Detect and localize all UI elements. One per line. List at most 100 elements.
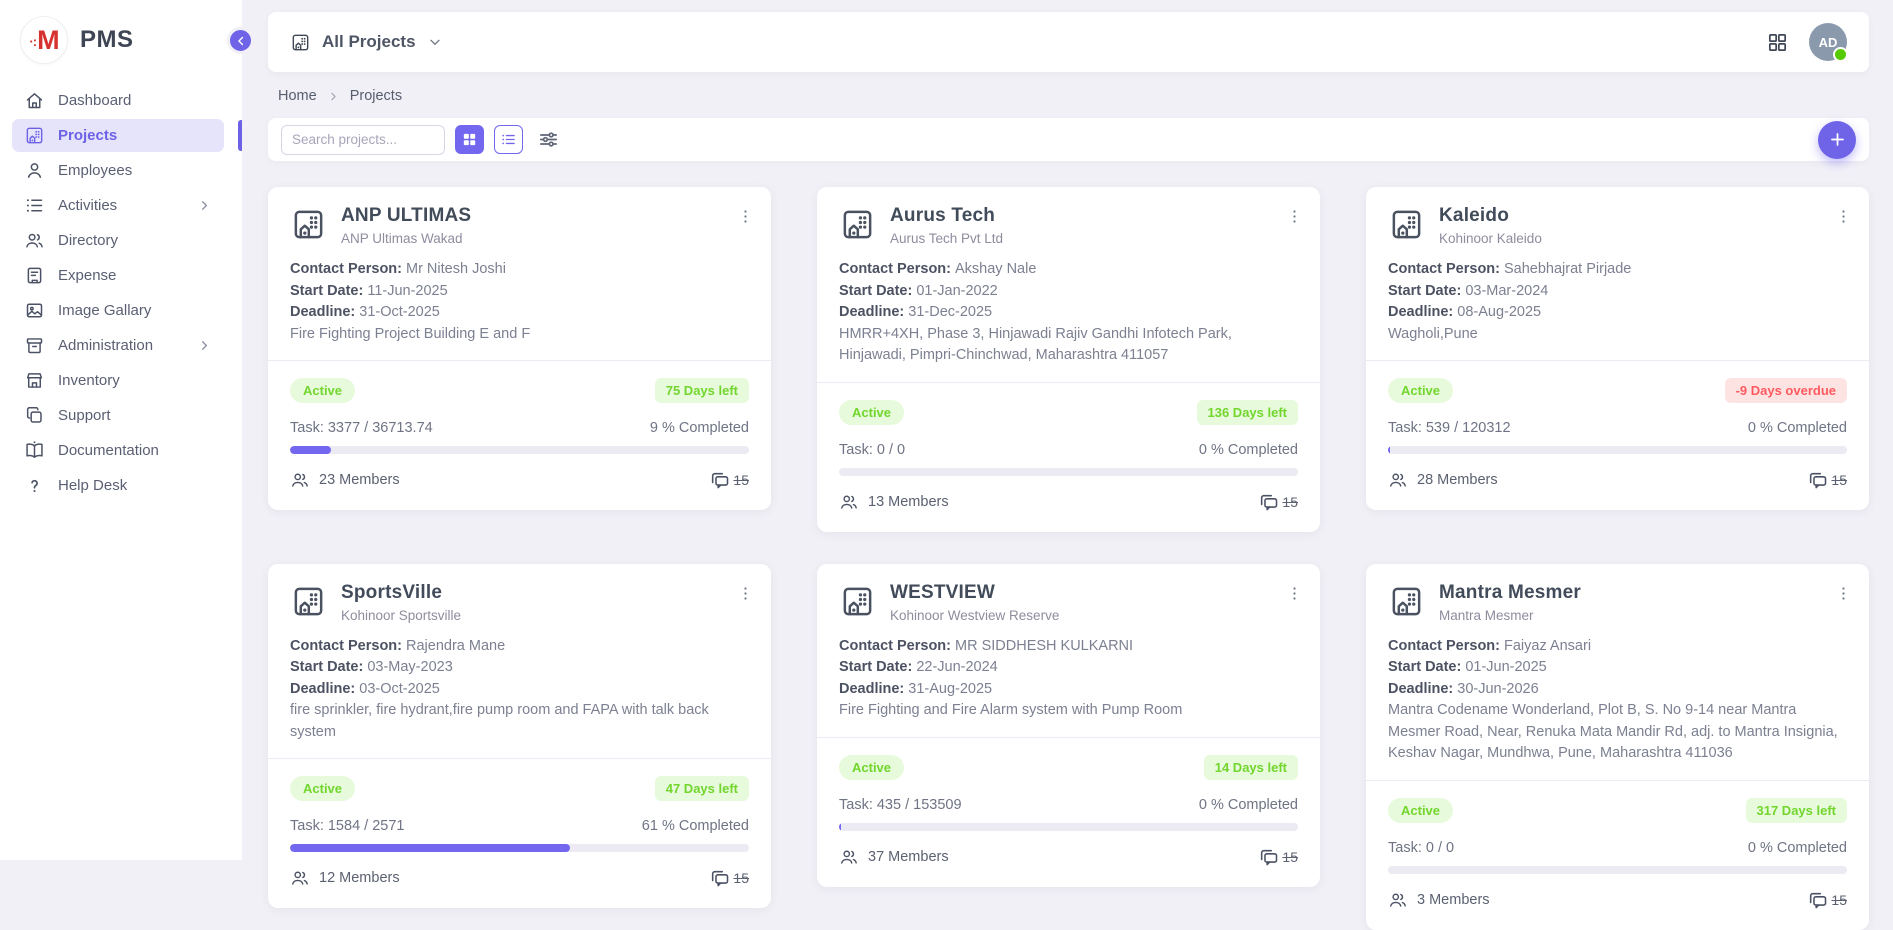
sidebar-item-directory[interactable]: Directory bbox=[12, 224, 224, 257]
project-details: Contact Person:Akshay Nale Start Date:01… bbox=[839, 259, 1298, 367]
start-date-value: 03-Mar-2024 bbox=[1465, 283, 1548, 299]
project-details: Contact Person:Mr Nitesh Joshi Start Dat… bbox=[290, 259, 749, 345]
project-card[interactable]: Mantra Mesmer Mantra Mesmer Contact Pers… bbox=[1366, 564, 1869, 930]
card-menu-button[interactable] bbox=[1832, 582, 1855, 605]
deadline-label: Deadline: bbox=[839, 304, 904, 320]
sidebar-item-projects[interactable]: Projects bbox=[12, 119, 224, 152]
project-card[interactable]: Aurus Tech Aurus Tech Pvt Ltd Contact Pe… bbox=[817, 187, 1320, 532]
project-description: HMRR+4XH, Phase 3, Hinjawadi Rajiv Gandh… bbox=[839, 324, 1298, 367]
messages-button[interactable]: 15 bbox=[1807, 890, 1847, 910]
book-icon bbox=[24, 440, 45, 461]
project-title: Aurus Tech bbox=[890, 205, 1003, 227]
card-menu-button[interactable] bbox=[1283, 582, 1306, 605]
sidebar-item-dashboard[interactable]: Dashboard bbox=[12, 84, 224, 117]
start-date-label: Start Date: bbox=[290, 283, 363, 299]
sidebar-item-image-gallary[interactable]: Image Gallary bbox=[12, 294, 224, 327]
grid-view-button[interactable] bbox=[455, 125, 484, 154]
apps-button[interactable] bbox=[1766, 31, 1789, 54]
building-icon bbox=[290, 32, 311, 53]
messages-button[interactable]: 15 bbox=[1258, 492, 1298, 512]
search-input[interactable] bbox=[281, 125, 445, 155]
chat-icon bbox=[1807, 890, 1827, 910]
users-icon bbox=[839, 847, 859, 867]
start-date-label: Start Date: bbox=[1388, 659, 1461, 675]
completed-percent: 0 % Completed bbox=[1199, 797, 1298, 813]
progress-fill bbox=[290, 446, 331, 454]
online-status-dot bbox=[1833, 47, 1848, 62]
sidebar-item-administration[interactable]: Administration bbox=[12, 329, 224, 362]
avatar[interactable]: AD bbox=[1809, 23, 1847, 61]
messages-button[interactable]: 15 bbox=[1807, 470, 1847, 490]
project-title: Mantra Mesmer bbox=[1439, 582, 1581, 604]
sidebar-item-employees[interactable]: Employees bbox=[12, 154, 224, 187]
contact-value: Mr Nitesh Joshi bbox=[406, 261, 506, 277]
members-count: 3 Members bbox=[1417, 892, 1490, 908]
sidebar-collapse-button[interactable] bbox=[227, 27, 254, 54]
card-menu-button[interactable] bbox=[734, 205, 757, 228]
completed-percent: 0 % Completed bbox=[1748, 420, 1847, 436]
project-description: fire sprinkler, fire hydrant,fire pump r… bbox=[290, 700, 749, 743]
task-count: Task: 539 / 120312 bbox=[1388, 420, 1511, 436]
card-menu-button[interactable] bbox=[1832, 205, 1855, 228]
logo-letter: M bbox=[29, 25, 58, 56]
messages-button[interactable]: 15 bbox=[709, 868, 749, 888]
dots-vertical-icon bbox=[1834, 584, 1853, 603]
image-icon bbox=[24, 300, 45, 321]
project-title: SportsVille bbox=[341, 582, 461, 604]
project-filter-dropdown[interactable]: All Projects bbox=[290, 32, 443, 53]
members-count: 12 Members bbox=[319, 870, 400, 886]
archive-icon bbox=[24, 335, 45, 356]
members-count: 28 Members bbox=[1417, 472, 1498, 488]
filter-button[interactable] bbox=[537, 128, 560, 151]
days-badge: 47 Days left bbox=[655, 776, 749, 801]
sidebar-item-help-desk[interactable]: Help Desk bbox=[12, 469, 224, 502]
building-icon bbox=[290, 206, 327, 243]
deadline-value: 31-Dec-2025 bbox=[908, 304, 992, 320]
project-description: Wagholi,Pune bbox=[1388, 324, 1847, 346]
sidebar-item-label: Support bbox=[58, 407, 111, 424]
card-menu-button[interactable] bbox=[734, 582, 757, 605]
dots-vertical-icon bbox=[1285, 584, 1304, 603]
deadline-value: 31-Aug-2025 bbox=[908, 681, 992, 697]
top-bar: All Projects AD bbox=[268, 12, 1869, 72]
messages-button[interactable]: 15 bbox=[1258, 847, 1298, 867]
card-divider bbox=[817, 382, 1320, 383]
card-divider bbox=[817, 737, 1320, 738]
status-badge: Active bbox=[839, 400, 904, 425]
start-date-label: Start Date: bbox=[839, 283, 912, 299]
status-badge: Active bbox=[290, 378, 355, 403]
contact-label: Contact Person: bbox=[290, 638, 402, 654]
days-badge: 317 Days left bbox=[1746, 798, 1848, 823]
project-title: WESTVIEW bbox=[890, 582, 1059, 604]
receipt-icon bbox=[24, 265, 45, 286]
contact-label: Contact Person: bbox=[1388, 261, 1500, 277]
sidebar-item-inventory[interactable]: Inventory bbox=[12, 364, 224, 397]
chat-icon bbox=[709, 470, 729, 490]
project-card[interactable]: SportsVille Kohinoor Sportsville Contact… bbox=[268, 564, 771, 909]
breadcrumb: Home Projects bbox=[278, 88, 1869, 104]
users-icon bbox=[290, 868, 310, 888]
messages-count: 15 bbox=[1282, 494, 1298, 510]
sidebar-nav: Dashboard Projects Employees Activities … bbox=[0, 80, 242, 502]
sidebar-item-support[interactable]: Support bbox=[12, 399, 224, 432]
list-view-button[interactable] bbox=[494, 125, 523, 154]
card-menu-button[interactable] bbox=[1283, 205, 1306, 228]
users-icon bbox=[290, 470, 310, 490]
breadcrumb-home[interactable]: Home bbox=[278, 88, 317, 104]
sidebar-item-label: Help Desk bbox=[58, 477, 127, 494]
sidebar-item-documentation[interactable]: Documentation bbox=[12, 434, 224, 467]
project-card[interactable]: ANP ULTIMAS ANP Ultimas Wakad Contact Pe… bbox=[268, 187, 771, 510]
status-badge: Active bbox=[839, 755, 904, 780]
sidebar-item-label: Documentation bbox=[58, 442, 159, 459]
project-card[interactable]: Kaleido Kohinoor Kaleido Contact Person:… bbox=[1366, 187, 1869, 510]
sidebar-item-expense[interactable]: Expense bbox=[12, 259, 224, 292]
card-divider bbox=[1366, 780, 1869, 781]
messages-count: 15 bbox=[1831, 892, 1847, 908]
add-project-button[interactable] bbox=[1818, 121, 1856, 159]
start-date-label: Start Date: bbox=[290, 659, 363, 675]
progress-fill bbox=[290, 844, 570, 852]
sidebar-item-activities[interactable]: Activities bbox=[12, 189, 224, 222]
user-icon bbox=[24, 160, 45, 181]
messages-button[interactable]: 15 bbox=[709, 470, 749, 490]
project-card[interactable]: WESTVIEW Kohinoor Westview Reserve Conta… bbox=[817, 564, 1320, 887]
